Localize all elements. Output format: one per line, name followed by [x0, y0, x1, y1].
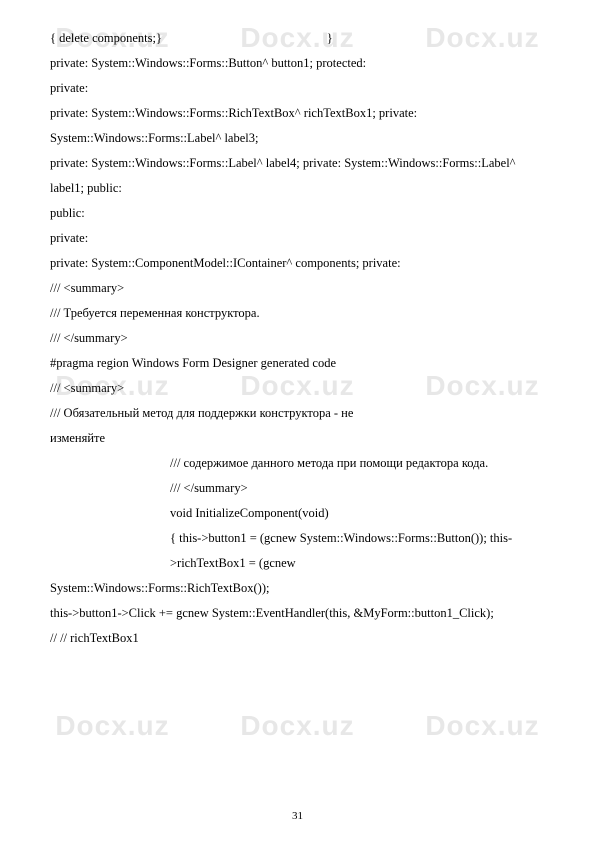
code-line: /// </summary>: [50, 326, 555, 351]
code-line: private: System::Windows::Forms::Button^…: [50, 51, 555, 76]
code-line: /// содержимое данного метода при помощи…: [50, 451, 555, 476]
code-line: System::Windows::Forms::Label^ label3;: [50, 126, 555, 151]
code-line: label1; public:: [50, 176, 555, 201]
code-text-right: }: [327, 26, 333, 51]
code-line: void InitializeComponent(void): [50, 501, 555, 526]
watermark-text: Docx.uz: [425, 710, 539, 742]
page-number: 31: [0, 810, 595, 822]
code-line: private: System::Windows::Forms::RichTex…: [50, 101, 555, 126]
watermark-row-bottom: Docx.uz Docx.uz Docx.uz: [0, 710, 595, 742]
code-line: /// Обязательный метод для поддержки кон…: [50, 401, 555, 426]
code-line: #pragma region Windows Form Designer gen…: [50, 351, 555, 376]
code-line: System::Windows::Forms::RichTextBox());: [50, 576, 555, 601]
code-line: /// <summary>: [50, 276, 555, 301]
code-line: private: System::Windows::Forms::Label^ …: [50, 151, 555, 176]
watermark-text: Docx.uz: [55, 710, 169, 742]
code-line: // // richTextBox1: [50, 626, 555, 651]
code-line: private:: [50, 76, 555, 101]
code-line: public:: [50, 201, 555, 226]
code-line: /// </summary>: [50, 476, 555, 501]
code-line: /// Требуется переменная конструктора.: [50, 301, 555, 326]
code-line: private: System::ComponentModel::IContai…: [50, 251, 555, 276]
code-line: this->button1->Click += gcnew System::Ev…: [50, 601, 555, 626]
code-line: private:: [50, 226, 555, 251]
code-line: { delete components;}}: [50, 26, 333, 51]
document-content: { delete components;}}private: System::W…: [50, 26, 555, 651]
code-line: изменяйте: [50, 426, 555, 451]
code-line: /// <summary>: [50, 376, 555, 401]
code-line: { this->button1 = (gcnew System::Windows…: [50, 526, 555, 551]
watermark-text: Docx.uz: [240, 710, 354, 742]
code-text-left: { delete components;}: [50, 26, 162, 51]
code-line: >richTextBox1 = (gcnew: [50, 551, 555, 576]
